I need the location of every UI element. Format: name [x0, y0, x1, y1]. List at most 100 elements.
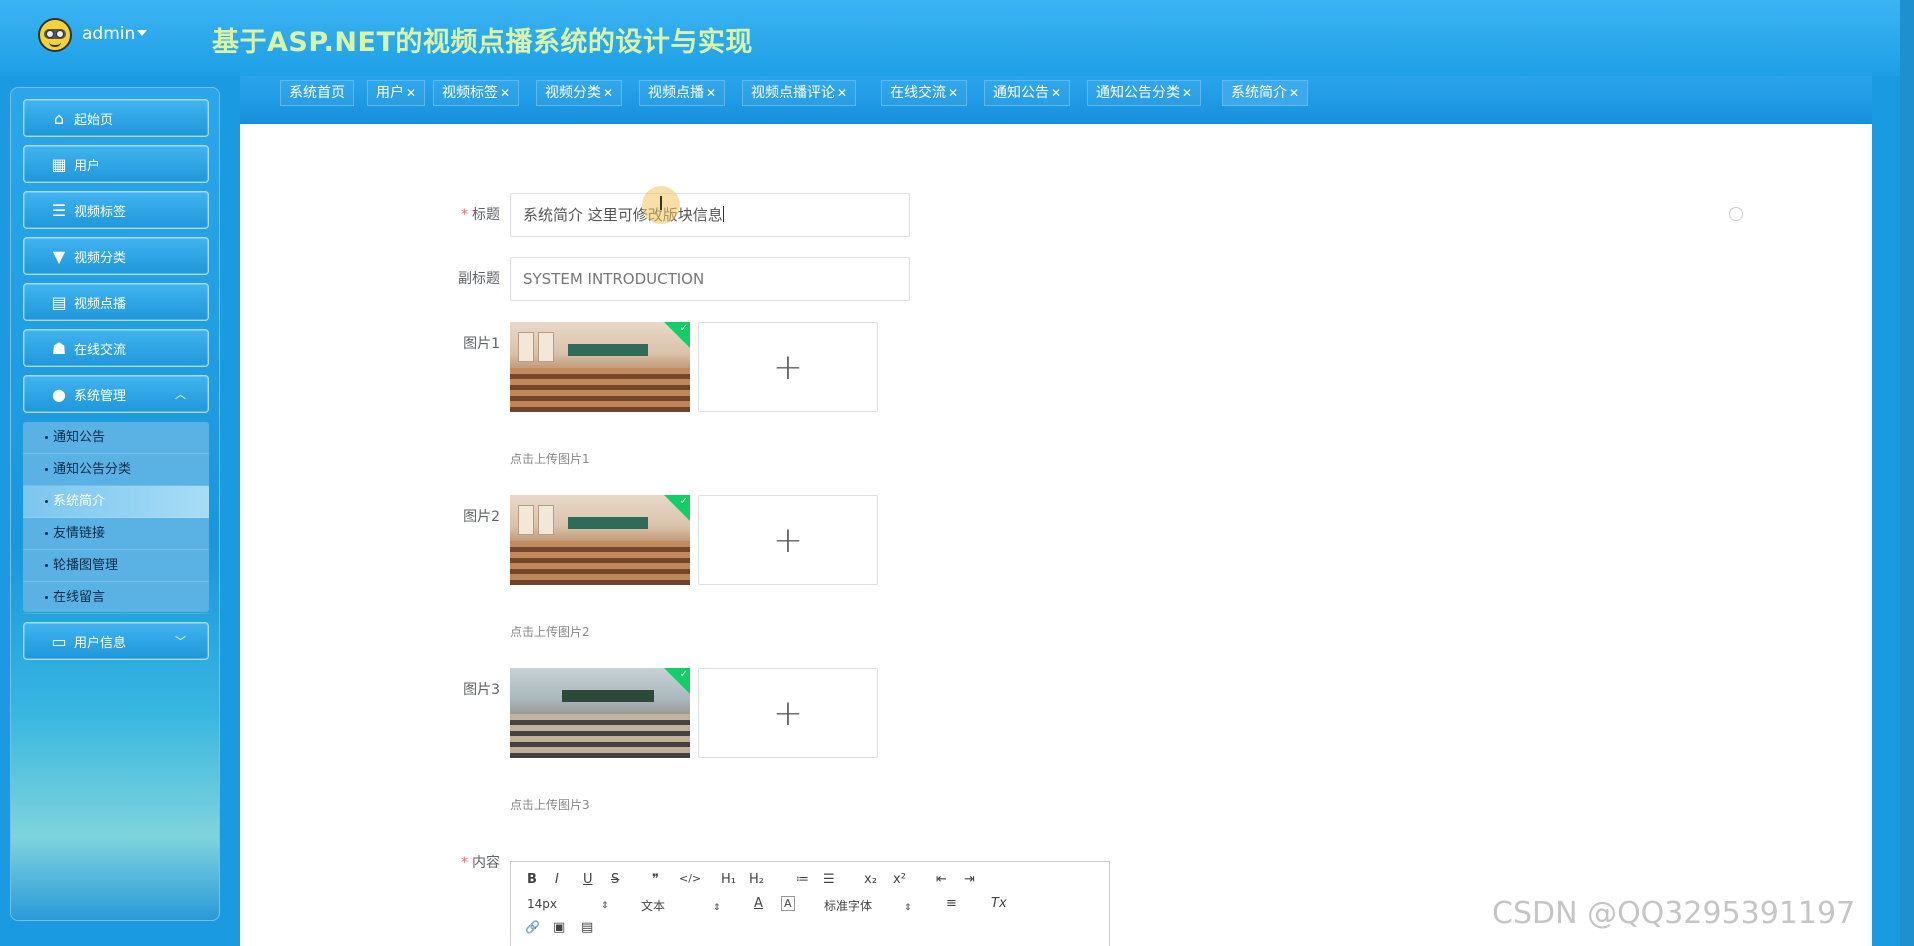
submenu-item-friend-links[interactable]: 友情链接 — [23, 518, 209, 550]
tab-bar: 系统首页 用户 ✕ 视频标签 ✕ 视频分类 ✕ 视频点播 ✕ 视频点播评论 ✕ 在线交流 ✕… — [240, 76, 1872, 124]
pic3-thumbnail[interactable]: ✓ — [510, 668, 690, 758]
tab-label: 视频分类 — [545, 85, 601, 101]
tab-notice-category[interactable]: 通知公告分类 ✕ — [1087, 80, 1202, 106]
tab-notice[interactable]: 通知公告 ✕ — [984, 80, 1071, 106]
pic1-label: 图片1 — [463, 336, 500, 352]
close-icon[interactable]: ✕ — [406, 86, 416, 100]
heading2-icon[interactable]: H₂ — [749, 872, 764, 887]
check-icon: ✓ — [679, 323, 688, 334]
blockquote-icon[interactable]: ❞ — [652, 872, 659, 887]
pic1-upload-button[interactable]: + — [698, 322, 878, 412]
rich-text-editor[interactable]: B I U S ❞ </> H₁ H₂ ≔ ☰ x₂ x² ⇤ ⇥ 14px ⇕ … — [510, 861, 1110, 946]
link-icon[interactable]: 🔗 — [525, 920, 540, 934]
sidebar-item-user-info[interactable]: ▭ 用户信息 ﹀ — [23, 622, 209, 660]
settings-icon[interactable] — [1729, 207, 1743, 221]
sidebar: ⌂ 起始页 ▦ 用户 ☰ 视频标签 ▼ 视频分类 ▤ 视频点播 ☗ 在线交流 ●… — [10, 87, 220, 921]
plus-icon: + — [772, 519, 804, 561]
tab-label: 视频点播评论 — [751, 85, 835, 101]
submenu-item-notice-category[interactable]: 通知公告分类 — [23, 454, 209, 486]
tab-video-vod[interactable]: 视频点播 ✕ — [639, 80, 726, 106]
pic3-upload-button[interactable]: + — [698, 668, 878, 758]
sidebar-item-users[interactable]: ▦ 用户 — [23, 145, 209, 183]
close-icon[interactable]: ✕ — [1182, 86, 1192, 100]
top-header: admin 基于ASP.NET的视频点播系统的设计与实现 — [0, 0, 1914, 76]
system-title: 基于ASP.NET的视频点播系统的设计与实现 — [212, 27, 753, 58]
superscript-icon[interactable]: x² — [893, 872, 906, 887]
content-label: * 内容 — [380, 852, 500, 872]
tab-system-intro[interactable]: 系统简介 ✕ — [1222, 80, 1309, 106]
tab-home[interactable]: 系统首页 — [280, 80, 354, 106]
home-icon: ⌂ — [53, 108, 65, 128]
strikethrough-icon[interactable]: S — [611, 872, 619, 887]
underline-icon[interactable]: U — [583, 872, 593, 887]
block-format-select[interactable]: 文本 ⇕ — [641, 897, 721, 914]
thumb-window — [538, 332, 554, 362]
code-icon[interactable]: </> — [679, 872, 701, 885]
user-name[interactable]: admin — [82, 24, 135, 44]
close-icon[interactable]: ✕ — [603, 86, 613, 100]
brush-icon: ▼ — [52, 246, 66, 266]
italic-icon[interactable]: I — [555, 872, 559, 887]
sidebar-item-label: 起始页 — [74, 112, 114, 128]
tab-video-category[interactable]: 视频分类 ✕ — [536, 80, 623, 106]
pic1-thumbnail[interactable]: ✓ — [510, 322, 690, 412]
tab-label: 在线交流 — [890, 85, 946, 101]
submenu-item-system-intro[interactable]: 系统简介 — [23, 486, 209, 518]
tab-users[interactable]: 用户 ✕ — [367, 80, 426, 106]
clear-format-icon[interactable]: Tx — [991, 896, 1007, 911]
video-icon[interactable]: ▤ — [581, 920, 593, 935]
font-size-value: 14px — [527, 897, 557, 911]
pic2-hint: 点击上传图片2 — [510, 625, 590, 639]
pic3-label: 图片3 — [463, 682, 500, 698]
avatar[interactable] — [38, 18, 72, 52]
align-icon[interactable]: ≡ — [946, 896, 957, 911]
close-icon[interactable]: ✕ — [1051, 86, 1061, 100]
subscript-icon[interactable]: x₂ — [864, 872, 877, 887]
caret-down-icon[interactable] — [137, 30, 147, 36]
submenu-item-messages[interactable]: 在线留言 — [23, 582, 209, 614]
close-icon[interactable]: ✕ — [1289, 86, 1299, 100]
close-icon[interactable]: ✕ — [837, 86, 847, 100]
submenu-item-notice[interactable]: 通知公告 — [23, 422, 209, 454]
sidebar-item-chat[interactable]: ☗ 在线交流 — [23, 329, 209, 367]
check-icon: ✓ — [679, 496, 688, 507]
bullet-list-icon[interactable]: ☰ — [823, 872, 835, 887]
close-icon[interactable]: ✕ — [500, 86, 510, 100]
close-icon[interactable]: ✕ — [948, 86, 958, 100]
thumb-window — [518, 505, 534, 535]
content-label-text: 内容 — [472, 855, 500, 871]
watermark: CSDN @QQ3295391197 — [1492, 896, 1856, 931]
tab-video-comments[interactable]: 视频点播评论 ✕ — [742, 80, 857, 106]
sidebar-item-system[interactable]: ● 系统管理 ︿ — [23, 375, 209, 413]
pic2-thumbnail[interactable]: ✓ — [510, 495, 690, 585]
sidebar-item-home[interactable]: ⌂ 起始页 — [23, 99, 209, 137]
indent-icon[interactable]: ⇥ — [964, 872, 975, 887]
subtitle-input[interactable]: SYSTEM INTRODUCTION — [510, 257, 910, 301]
chevron-up-icon: ︿ — [175, 388, 186, 401]
tab-label: 用户 — [376, 85, 404, 101]
font-family-select[interactable]: 标准字体 ⇕ — [824, 897, 912, 914]
sidebar-item-video-category[interactable]: ▼ 视频分类 — [23, 237, 209, 275]
font-color-icon[interactable]: A — [754, 896, 763, 911]
tab-video-tags[interactable]: 视频标签 ✕ — [433, 80, 520, 106]
font-size-select[interactable]: 14px ⇕ — [527, 897, 609, 911]
close-icon[interactable]: ✕ — [706, 86, 716, 100]
sidebar-item-video-vod[interactable]: ▤ 视频点播 — [23, 283, 209, 321]
heading1-icon[interactable]: H₁ — [721, 872, 736, 887]
sidebar-item-video-tags[interactable]: ☰ 视频标签 — [23, 191, 209, 229]
title-label-text: 标题 — [472, 207, 500, 223]
person-icon: ☗ — [51, 338, 67, 358]
plus-icon: + — [772, 692, 804, 734]
submenu-item-carousel[interactable]: 轮播图管理 — [23, 550, 209, 582]
background-color-icon[interactable]: A — [781, 896, 795, 911]
ordered-list-icon[interactable]: ≔ — [796, 872, 809, 887]
pic2-upload-button[interactable]: + — [698, 495, 878, 585]
sidebar-item-label: 视频点播 — [74, 296, 127, 312]
bold-icon[interactable]: B — [527, 872, 537, 887]
title-input[interactable]: 系统简介 这里可修改版块信息 — [510, 193, 910, 237]
page-scrollbar[interactable] — [1900, 0, 1914, 946]
image-icon[interactable]: ▣ — [553, 920, 565, 935]
outdent-icon[interactable]: ⇤ — [936, 872, 947, 887]
avatar-mouth — [49, 42, 61, 47]
tab-chat[interactable]: 在线交流 ✕ — [881, 80, 968, 106]
